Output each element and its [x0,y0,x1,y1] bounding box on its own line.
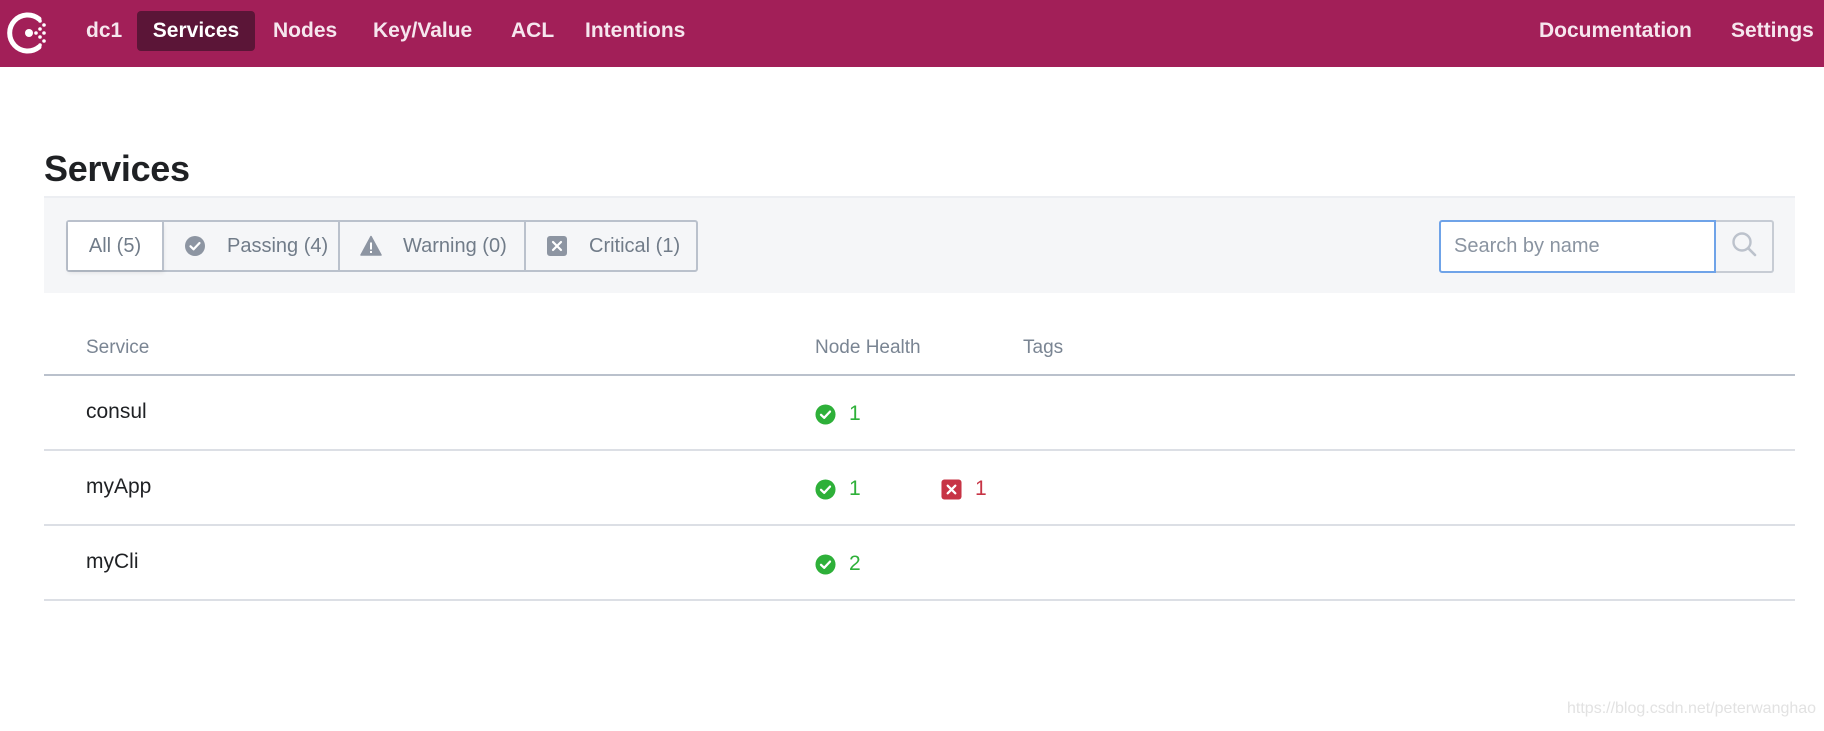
service-name[interactable]: consul [86,400,147,424]
warning-icon [360,235,382,257]
column-header-tags: Tags [1023,337,1064,358]
table-row[interactable]: myApp 1 1 [44,451,1795,526]
column-header-node-health: Node Health [815,337,921,358]
x-square-icon [941,478,962,500]
filter-critical-label: Critical (1) [589,234,681,257]
search-box [1439,220,1774,273]
check-circle-icon [815,478,836,500]
check-circle-icon [815,403,836,425]
filter-all-label: All (5) [88,234,142,257]
nav-settings[interactable]: Settings [1714,11,1824,51]
nav-acl[interactable]: ACL [494,11,571,51]
filter-passing-button[interactable]: Passing (4) [164,222,340,270]
nav-nodes[interactable]: Nodes [256,11,354,51]
datacenter-selector[interactable]: dc1 [69,11,139,51]
top-navigation-bar: dc1 Services Nodes Key/Value ACL Intenti… [0,0,1824,67]
watermark: https://blog.csdn.net/peterwanghao [1567,700,1817,717]
passing-count-value: 2 [849,552,861,575]
filter-critical-button[interactable]: Critical (1) [526,222,696,270]
passing-count-value: 1 [849,477,861,500]
passing-count: 1 [815,402,861,426]
column-header-service: Service [86,337,150,358]
filter-warning-label: Warning (0) [403,234,507,257]
passing-count: 2 [815,552,861,576]
nav-key-value[interactable]: Key/Value [356,11,489,51]
nav-documentation[interactable]: Documentation [1522,11,1709,51]
critical-count-value: 1 [975,477,987,500]
search-input[interactable] [1439,220,1716,273]
page-title: Services [44,148,190,189]
critical-count: 1 [941,477,987,501]
table-row[interactable]: myCli 2 [44,526,1795,601]
health-filter-group: All (5) Passing (4) Warning (0) Critical… [66,220,698,272]
check-circle-icon [815,553,836,575]
service-name[interactable]: myApp [86,475,151,499]
passing-count-value: 1 [849,402,861,425]
search-icon [1730,230,1758,263]
service-name[interactable]: myCli [86,550,139,574]
search-button[interactable] [1716,220,1774,273]
passing-count: 1 [815,477,861,501]
filter-all-button[interactable]: All (5) [68,222,164,270]
x-square-icon [546,235,568,257]
nav-services[interactable]: Services [137,11,255,51]
filter-warning-button[interactable]: Warning (0) [340,222,526,270]
check-circle-icon [184,235,206,257]
table-row[interactable]: consul 1 [44,376,1795,451]
table-header: Service Node Health Tags [44,320,1795,376]
nav-intentions[interactable]: Intentions [568,11,702,51]
filter-bar: All (5) Passing (4) Warning (0) Critical… [44,196,1795,293]
filter-passing-label: Passing (4) [227,234,329,257]
services-table: Service Node Health Tags consul 1 myApp … [44,320,1795,601]
consul-logo-icon[interactable] [6,10,52,56]
